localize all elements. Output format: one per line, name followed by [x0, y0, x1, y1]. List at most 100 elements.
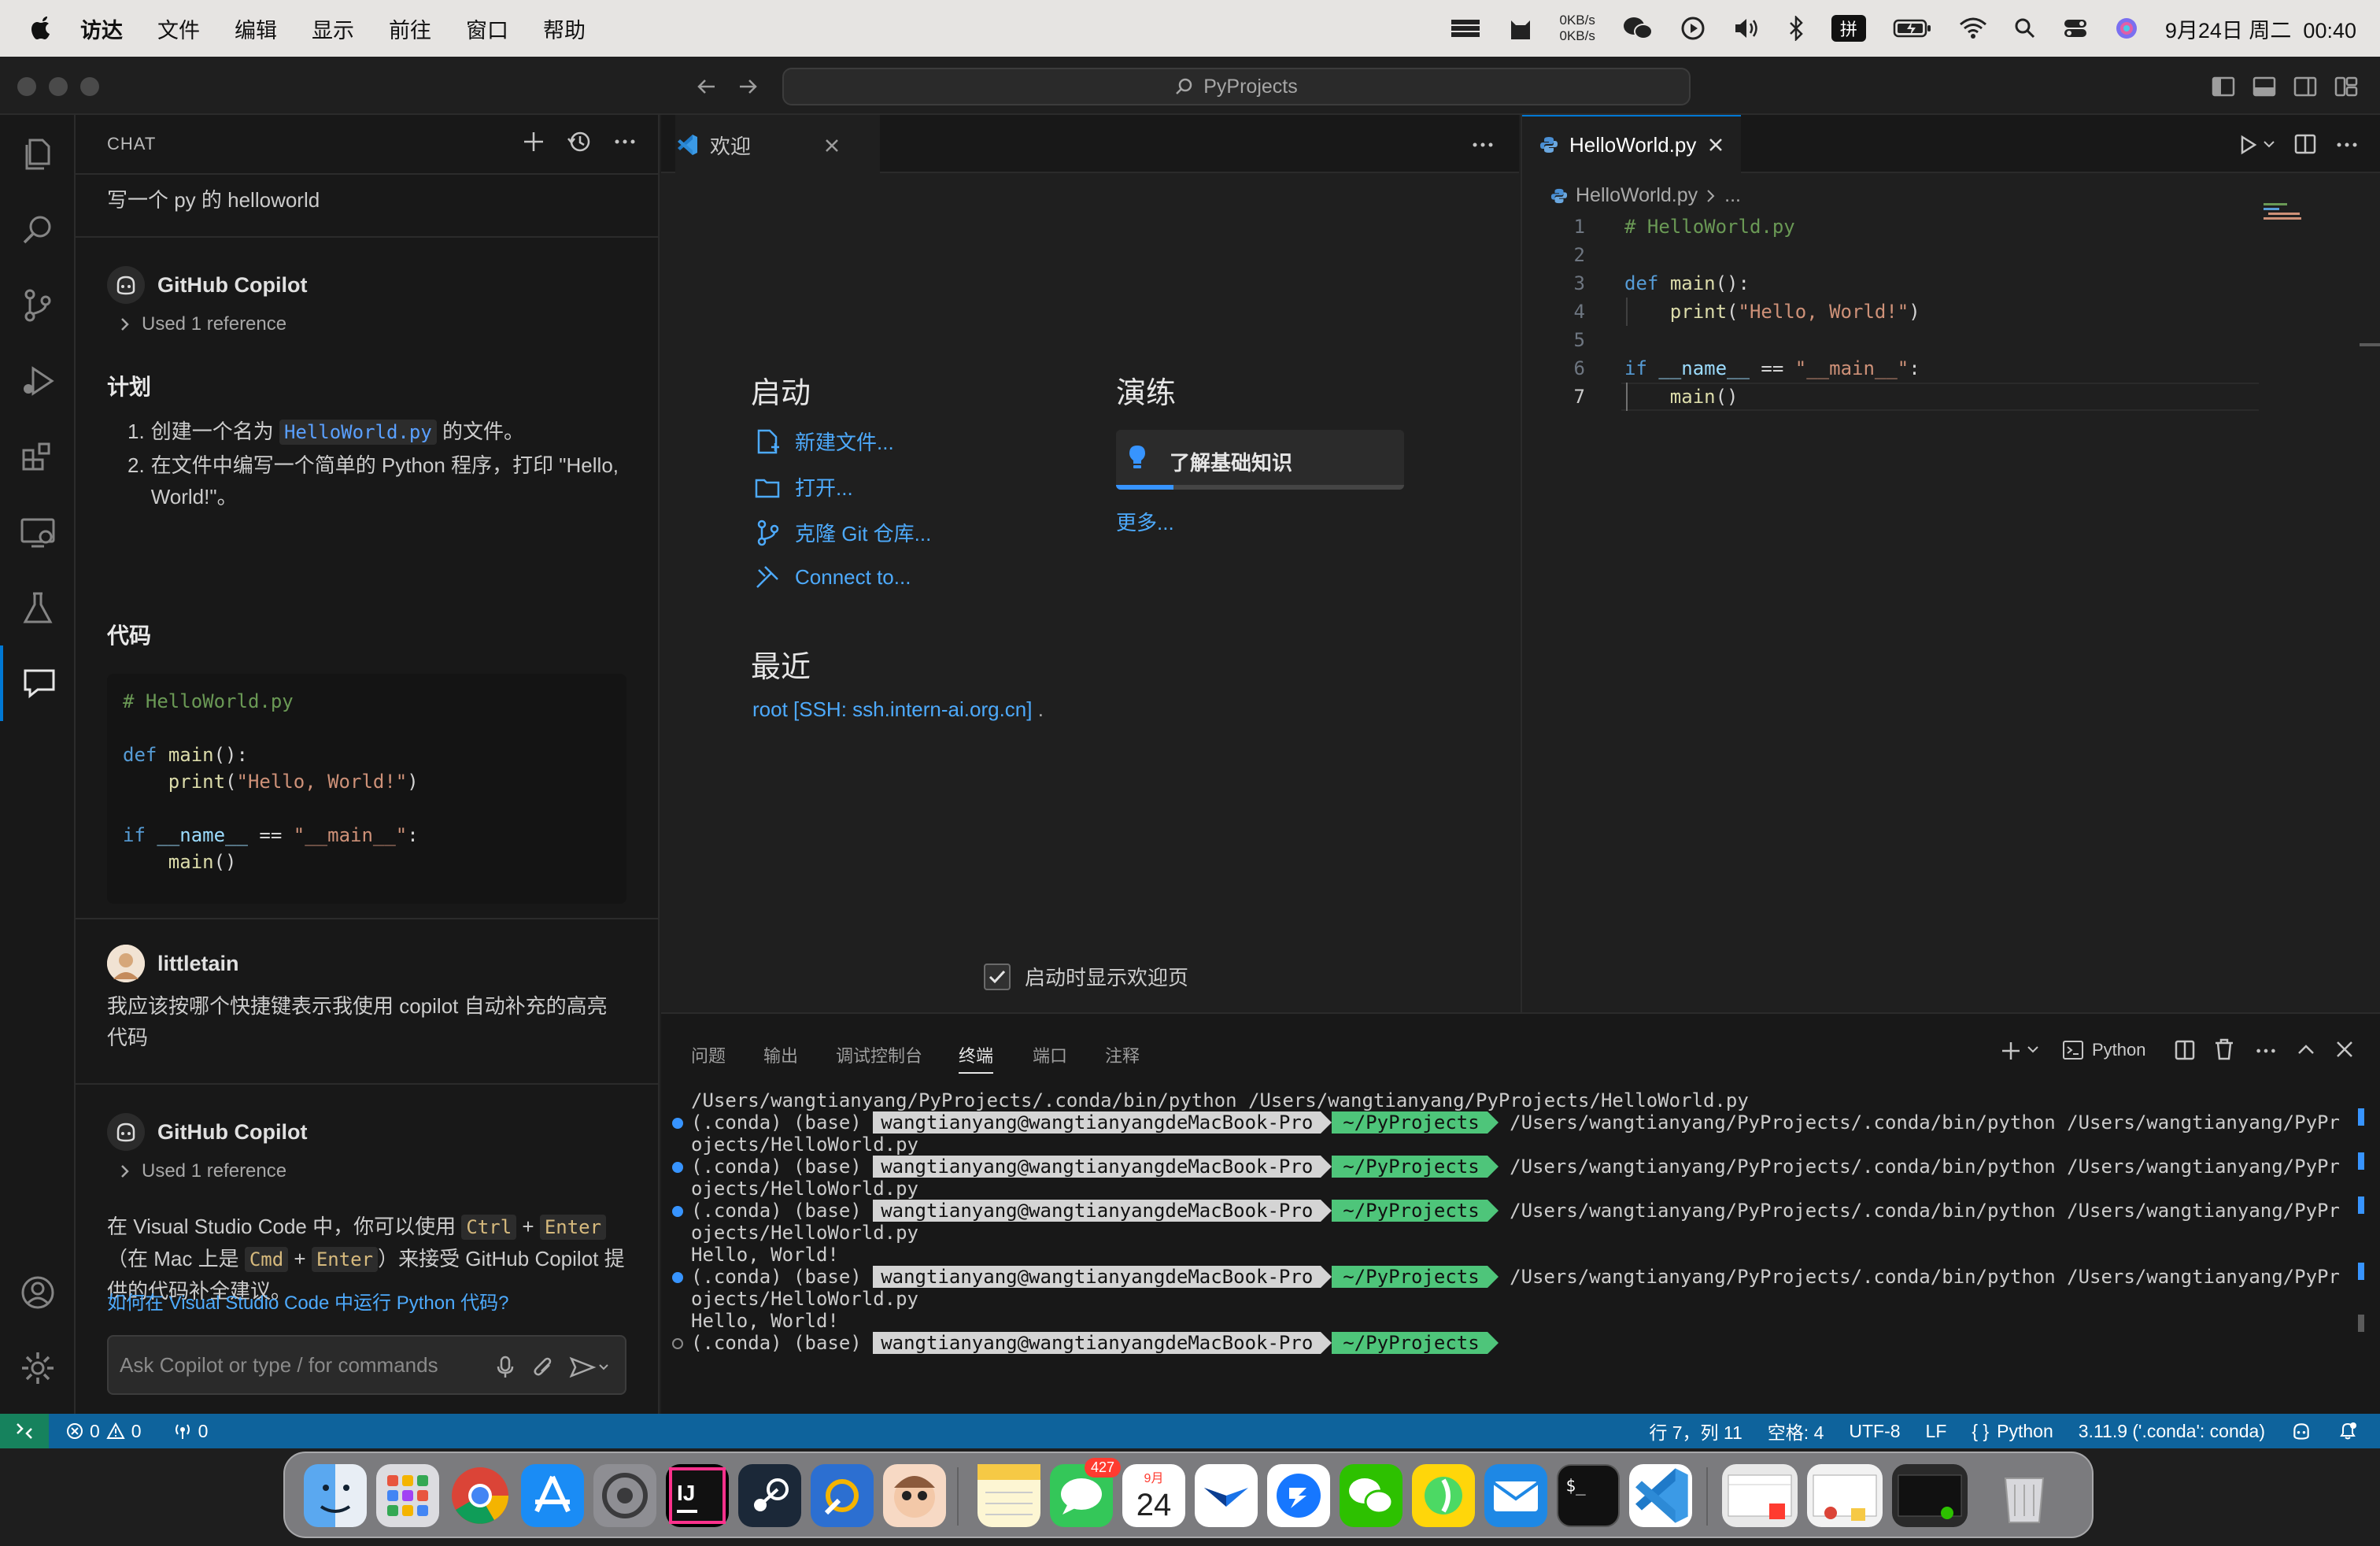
dock-notes[interactable] [978, 1464, 1040, 1527]
close-panel-icon[interactable] [2334, 1039, 2355, 1060]
toggle-primary-sidebar-icon[interactable] [2212, 76, 2235, 98]
dock-chrome[interactable] [449, 1464, 512, 1527]
command-center-search[interactable]: PyProjects [782, 68, 1691, 105]
activity-extensions[interactable] [0, 419, 76, 494]
dock-intellij[interactable]: IJ [666, 1464, 729, 1527]
toggle-panel-icon[interactable] [2252, 76, 2276, 98]
open-link[interactable]: 打开... [754, 472, 853, 501]
dock-trash[interactable] [1993, 1464, 2056, 1527]
more-actions-icon[interactable] [612, 129, 638, 154]
dock-recent-window-3[interactable] [1892, 1464, 1968, 1527]
tab-helloworld[interactable]: HelloWorld.py [1522, 115, 1741, 173]
notifications-bell-icon[interactable] [2338, 1421, 2358, 1441]
used-reference-toggle[interactable]: Used 1 reference [120, 1160, 286, 1182]
window-close-button[interactable] [17, 77, 36, 96]
python-interpreter[interactable]: 3.11.9 ('.conda': conda) [2079, 1421, 2265, 1442]
code-block[interactable]: # HelloWorld.py def main(): print("Hello… [107, 674, 626, 904]
dock-finder[interactable] [304, 1464, 367, 1527]
cursor-position[interactable]: 行 7，列 11 [1649, 1418, 1742, 1444]
dock-launchpad[interactable] [376, 1464, 439, 1527]
panel-tab-problems[interactable]: 问题 [691, 1042, 726, 1067]
recent-item-link[interactable]: root [SSH: ssh.intern-ai.org.cn] [752, 697, 1032, 721]
menubar-clock[interactable]: 9月24日 周二 00:40 [2165, 13, 2356, 44]
activity-search[interactable] [0, 192, 76, 268]
split-terminal-icon[interactable] [2174, 1039, 2196, 1061]
editor-scrollbar[interactable] [2360, 343, 2380, 346]
dock-steam[interactable] [738, 1464, 801, 1527]
activity-explorer[interactable] [0, 117, 76, 192]
send-icon[interactable] [568, 1356, 609, 1379]
control-center-icon[interactable] [2063, 17, 2088, 39]
panel-tab-output[interactable]: 输出 [763, 1042, 798, 1067]
apple-icon[interactable] [30, 16, 52, 41]
trash-icon[interactable] [2213, 1037, 2235, 1061]
new-file-link[interactable]: 新建文件... [754, 427, 894, 456]
minimap[interactable] [2264, 203, 2311, 227]
dock-mail-client[interactable] [1195, 1464, 1258, 1527]
activity-run-debug[interactable] [0, 343, 76, 419]
dock-vscode[interactable] [1629, 1464, 1692, 1527]
panel-tab-comments[interactable]: 注释 [1105, 1042, 1140, 1067]
activity-chat[interactable] [0, 645, 76, 721]
menu-file[interactable]: 文件 [157, 13, 200, 44]
language-mode[interactable]: { } Python [1972, 1421, 2053, 1442]
dock-terminal[interactable]: $_ [1557, 1464, 1620, 1527]
menu-go[interactable]: 前往 [389, 13, 431, 44]
terminal-profile[interactable]: Python [2062, 1039, 2146, 1061]
breadcrumb-more[interactable]: ... [1724, 184, 1741, 207]
new-chat-icon[interactable] [521, 129, 546, 154]
menu-window[interactable]: 窗口 [466, 13, 508, 44]
volume-icon[interactable] [1732, 16, 1761, 41]
microphone-icon[interactable] [496, 1356, 515, 1379]
chevron-down-icon[interactable] [2262, 139, 2276, 151]
window-zoom-button[interactable] [80, 77, 99, 96]
panel-tab-ports[interactable]: 端口 [1033, 1042, 1067, 1067]
cat-app-icon[interactable] [1508, 16, 1533, 41]
bluetooth-icon[interactable] [1787, 16, 1805, 41]
connect-to-link[interactable]: Connect to... [754, 564, 911, 590]
dock-game-app[interactable] [883, 1464, 946, 1527]
dock-app-store[interactable] [521, 1464, 584, 1527]
dock-recent-window-2[interactable] [1807, 1464, 1883, 1527]
attach-icon[interactable] [532, 1356, 556, 1379]
show-welcome-on-startup[interactable]: 启动时显示欢迎页 [984, 962, 1188, 991]
activity-source-control[interactable] [0, 268, 76, 343]
nav-forward-icon[interactable] [737, 76, 759, 98]
dock-system-tools[interactable] [811, 1464, 874, 1527]
panel-tab-terminal[interactable]: 终端 [959, 1042, 994, 1074]
tab-welcome[interactable]: 欢迎 [675, 115, 880, 173]
activity-testing[interactable] [0, 570, 76, 645]
activity-remote-explorer[interactable] [0, 494, 76, 570]
copilot-status-icon[interactable] [2290, 1421, 2312, 1441]
activity-accounts[interactable] [0, 1255, 76, 1330]
spotlight-search-icon[interactable] [2014, 17, 2036, 39]
new-terminal-icon[interactable] [1999, 1039, 2023, 1063]
menu-edit[interactable]: 编辑 [235, 13, 277, 44]
chat-input[interactable]: Ask Copilot or type / for commands [107, 1335, 626, 1395]
split-editor-icon[interactable] [2293, 132, 2317, 156]
dock-system-settings[interactable] [593, 1464, 656, 1527]
breadcrumb-file[interactable]: HelloWorld.py [1576, 184, 1698, 207]
menu-view[interactable]: 显示 [312, 13, 354, 44]
problems-indicator[interactable]: 0 0 [66, 1421, 142, 1442]
input-method-badge[interactable]: 拼 [1831, 15, 1866, 42]
play-icon[interactable] [1680, 16, 1706, 41]
dock-recent-window-1[interactable] [1722, 1464, 1798, 1527]
stack-app-icon[interactable] [1450, 17, 1481, 40]
walkthrough-card[interactable]: 了解基础知识 [1116, 430, 1404, 490]
ports-indicator[interactable]: 0 [173, 1421, 208, 1442]
dock-music-app[interactable] [1412, 1464, 1475, 1527]
run-python-icon[interactable] [2237, 134, 2259, 156]
wifi-icon[interactable] [1959, 17, 1987, 40]
siri-icon[interactable] [2115, 17, 2138, 40]
close-icon[interactable] [823, 137, 841, 154]
indentation[interactable]: 空格: 4 [1768, 1418, 1824, 1444]
remote-indicator[interactable] [0, 1414, 49, 1448]
more-actions-icon[interactable] [2334, 132, 2360, 157]
nav-back-icon[interactable] [696, 76, 718, 98]
more-walkthroughs-link[interactable]: 更多... [1116, 507, 1174, 536]
customize-layout-icon[interactable] [2334, 76, 2358, 98]
dock-mail[interactable] [1484, 1464, 1547, 1527]
chevron-down-icon[interactable] [2026, 1044, 2040, 1056]
dock-messages[interactable]: 427 [1050, 1458, 1121, 1527]
